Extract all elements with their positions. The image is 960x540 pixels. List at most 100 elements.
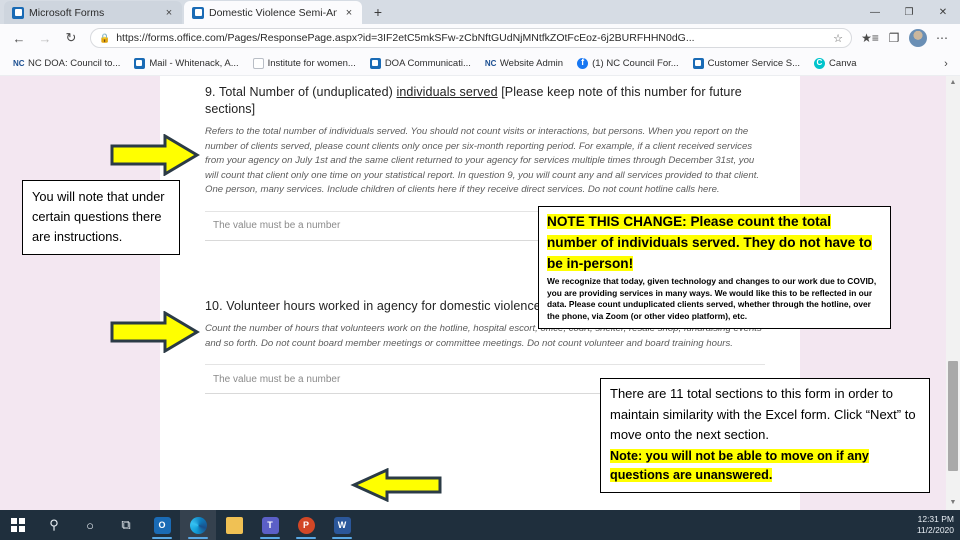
bookmark-label: Website Admin [499,58,564,69]
start-button[interactable] [0,510,36,540]
close-window-icon[interactable]: ✕ [926,0,960,24]
forms-icon [12,6,24,19]
taskbar-word[interactable]: W [324,510,360,540]
bookmark-label: Canva [829,58,857,69]
file-explorer-icon [225,516,243,534]
taskbar-powerpoint[interactable]: P [288,510,324,540]
nc-icon: NC [13,59,25,68]
running-indicator [152,537,172,539]
bookmark-item[interactable]: (1) NC Council For... [570,57,686,69]
bookmark-label: (1) NC Council For... [592,58,679,69]
bookmark-item[interactable]: NC NC DOA: Council to... [6,58,127,69]
clock-date: 11/2/2020 [916,525,954,535]
note-change-callout: NOTE THIS CHANGE: Please count the total… [538,206,891,330]
word-icon: W [333,516,351,534]
annotation-arrow-left [350,468,442,502]
new-tab-button[interactable]: + [368,4,388,22]
taskbar-file-explorer[interactable] [216,510,252,540]
browser-tab-1[interactable]: Microsoft Forms × [4,1,182,24]
facebook-icon [577,57,589,69]
question-9-title-underlined: individuals served [396,85,498,99]
scroll-down-icon[interactable]: ▼ [946,496,960,510]
running-indicator [260,537,280,539]
bookmark-item[interactable]: Customer Service S... [686,58,807,69]
question-9-title: 9. Total Number of (unduplicated) indivi… [205,84,765,118]
forms-icon [192,6,204,19]
bookmark-label: DOA Communicati... [384,58,471,69]
sections-callout-note-text: Note: you will not be able to move on if… [610,448,869,482]
outlook-icon [369,58,381,69]
taskbar-edge[interactable] [180,510,216,540]
note-change-body: We recognize that today, given technolog… [547,276,877,321]
scroll-up-icon[interactable]: ▲ [946,76,960,90]
bookmark-item[interactable]: DOA Communicati... [363,58,478,69]
browser-toolbar: ← → ↻ 🔒 https://forms.office.com/Pages/R… [0,24,960,52]
favorite-star-icon[interactable]: ☆ [833,32,843,45]
outlook-icon: O [153,516,171,534]
bookmark-item[interactable]: Institute for women... [246,58,363,69]
taskbar-teams[interactable]: T [252,510,288,540]
maximize-icon[interactable]: ❐ [892,0,926,24]
cortana-glyph: ○ [86,517,94,533]
cortana-icon[interactable]: ○ [72,510,108,540]
bookmark-label: Mail - Whitenack, A... [149,58,239,69]
annotation-arrow-right-top [110,134,200,176]
minimize-icon[interactable]: — [858,0,892,24]
bookmark-item[interactable]: Mail - Whitenack, A... [127,58,245,69]
windows-logo-icon [11,518,25,532]
question-10-placeholder: The value must be a number [213,373,341,385]
search-glyph: ⚲ [49,517,59,532]
running-indicator [332,537,352,539]
taskbar-clock[interactable]: 12:31 PM 11/2/2020 [917,510,954,540]
task-view-glyph: ⧉ [121,517,131,532]
instructions-callout-text: You will note that under certain questio… [32,189,165,244]
forward-icon[interactable]: → [32,27,58,49]
browser-tab-1-title: Microsoft Forms [29,6,105,19]
teams-icon: T [261,516,279,534]
bookmark-label: Customer Service S... [707,58,801,69]
window-controls: — ❐ ✕ [858,0,960,24]
instructions-callout: You will note that under certain questio… [22,180,180,255]
outlook-icon [134,58,146,69]
canva-icon [814,58,826,69]
bookmark-item[interactable]: Canva [807,58,863,69]
refresh-icon[interactable]: ↻ [58,27,84,49]
outlook-icon [692,58,704,69]
lock-icon: 🔒 [99,32,111,43]
sections-callout-note: Note: you will not be able to move on if… [610,447,921,486]
screenshot-root: Microsoft Forms × Domestic Violence Semi… [0,0,960,540]
browser-tab-strip: Microsoft Forms × Domestic Violence Semi… [0,0,960,24]
note-change-headline: NOTE THIS CHANGE: Please count the total… [547,211,883,274]
running-indicator [188,537,208,539]
question-9-placeholder: The value must be a number [213,220,341,231]
address-bar[interactable]: 🔒 https://forms.office.com/Pages/Respons… [90,28,852,48]
taskbar-items: ⚲ ○ ⧉ O T P W [0,510,360,540]
avatar[interactable] [909,29,927,47]
scrollbar-thumb[interactable] [948,361,958,471]
browser-tab-2-title: Domestic Violence Semi-Annual [209,6,337,19]
bookmarks-bar: NC NC DOA: Council to... Mail - Whitenac… [0,52,960,76]
windows-taskbar: ⚲ ○ ⧉ O T P W 12:31 PM 11/2/2020 [0,510,960,540]
bookmark-item[interactable]: NC Website Admin [478,58,570,69]
bookmark-label: NC DOA: Council to... [28,58,121,69]
close-icon[interactable]: × [162,6,176,20]
close-icon[interactable]: × [342,6,356,20]
more-options-icon[interactable]: ⋯ [930,27,954,49]
note-change-headline-text: NOTE THIS CHANGE: Please count the total… [547,214,872,271]
browser-tab-2[interactable]: Domestic Violence Semi-Annual × [184,1,362,24]
page-scrollbar[interactable]: ▲ ▼ [946,76,960,510]
clipboard-icon[interactable]: ❐ [882,27,906,49]
search-icon[interactable]: ⚲ [36,510,72,540]
edge-icon [189,516,207,534]
powerpoint-icon: P [297,516,315,534]
collections-icon[interactable]: ★≡ [858,27,882,49]
task-view-icon[interactable]: ⧉ [108,510,144,540]
page-icon [252,58,264,69]
running-indicator [296,537,316,539]
nc-icon: NC [484,59,497,68]
bookmarks-overflow-icon[interactable]: › [938,56,954,72]
back-icon[interactable]: ← [6,27,32,49]
clock-time: 12:31 PM [917,514,954,524]
sections-callout: There are 11 total sections to this form… [600,378,930,493]
taskbar-outlook[interactable]: O [144,510,180,540]
